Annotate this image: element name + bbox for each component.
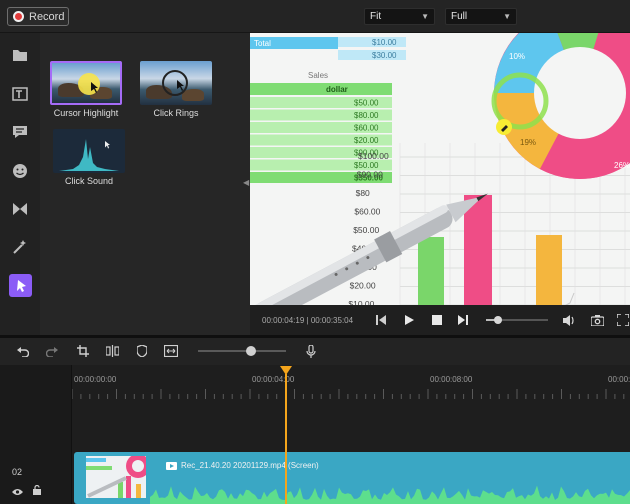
time-separator: | bbox=[306, 316, 309, 325]
play-icon[interactable] bbox=[402, 313, 416, 327]
text-icon[interactable] bbox=[10, 84, 30, 104]
sticker-icon[interactable] bbox=[10, 161, 30, 181]
resolution-select-value: Full bbox=[451, 11, 468, 22]
annotation-icon[interactable] bbox=[10, 122, 30, 142]
cursor-icon bbox=[177, 80, 184, 91]
photo-axis-label: $60.00 bbox=[354, 207, 380, 217]
clip-thumbnail bbox=[86, 456, 146, 498]
cursor-effects-icon[interactable] bbox=[9, 274, 32, 297]
app-window: Record Fit ▼ Full ▼ Cursor Highlight Cli… bbox=[0, 0, 630, 504]
microphone-icon[interactable] bbox=[304, 344, 318, 358]
stop-icon[interactable] bbox=[430, 313, 444, 327]
donut-label: 10% bbox=[509, 52, 525, 61]
fit-timeline-icon[interactable] bbox=[164, 344, 178, 358]
clip-title-text: Rec_21.40.20 20201129.mp4 (Screen) bbox=[181, 461, 319, 470]
asset-thumbnail bbox=[53, 129, 125, 173]
photo-axis-label: $20.00 bbox=[350, 281, 376, 291]
ruler-label: 00:00:08:00 bbox=[430, 375, 473, 384]
zoom-slider[interactable] bbox=[198, 346, 286, 356]
record-icon bbox=[13, 11, 24, 22]
donut-label: 26% bbox=[614, 161, 630, 170]
fit-select[interactable]: Fit ▼ bbox=[364, 8, 435, 25]
player-controls: 00:00:04:19 | 00:00:35:04 bbox=[250, 305, 630, 335]
track-number: 02 bbox=[12, 467, 23, 477]
folder-icon[interactable] bbox=[10, 45, 30, 65]
undo-icon[interactable] bbox=[16, 344, 30, 358]
photo-axis-label: $80 bbox=[356, 188, 370, 198]
transition-icon[interactable] bbox=[10, 199, 30, 219]
record-button[interactable]: Record bbox=[7, 7, 69, 26]
panel-collapse-handle[interactable]: ◀ bbox=[243, 178, 249, 187]
asset-cursor-highlight[interactable]: Cursor Highlight bbox=[50, 61, 122, 118]
crop-icon[interactable] bbox=[76, 344, 90, 358]
timeline-ruler[interactable]: 00:00:00:00 00:00:04:00 00:00:08:00 00:0… bbox=[72, 365, 630, 399]
skip-back-icon[interactable] bbox=[374, 313, 388, 327]
screen-recording-clip[interactable]: Rec_21.40.20 20201129.mp4 (Screen) bbox=[74, 452, 630, 504]
ruler-ticks bbox=[72, 389, 625, 399]
fullscreen-icon[interactable] bbox=[616, 313, 630, 327]
shield-icon[interactable] bbox=[135, 344, 149, 358]
preview-frame: Total $10.00 $30.00 Sales dollar $50.00 $… bbox=[250, 33, 630, 305]
track-02-header: 02 bbox=[0, 452, 72, 504]
sales-value: $60.00 bbox=[354, 124, 379, 133]
asset-label: Click Sound bbox=[64, 176, 114, 186]
tool-sidebar bbox=[0, 33, 40, 335]
audio-waveform bbox=[150, 485, 630, 504]
fit-select-value: Fit bbox=[370, 11, 382, 22]
waveform-icon bbox=[59, 139, 119, 171]
lock-icon[interactable] bbox=[33, 482, 41, 500]
photo-axis-label: $90.00 bbox=[357, 170, 383, 180]
sales-dropdown-label: dollar bbox=[326, 85, 348, 94]
resolution-select[interactable]: Full ▼ bbox=[445, 8, 517, 25]
effects-wand-icon[interactable] bbox=[10, 237, 30, 257]
volume-icon[interactable] bbox=[562, 313, 576, 327]
camera-icon[interactable] bbox=[590, 313, 604, 327]
donut-label: 19% bbox=[520, 138, 536, 147]
table-header-text: Total bbox=[254, 39, 271, 48]
cursor-icon bbox=[91, 82, 98, 93]
asset-click-rings[interactable]: Click Rings bbox=[140, 61, 212, 118]
eye-icon[interactable] bbox=[12, 483, 23, 501]
asset-label: Cursor Highlight bbox=[53, 108, 119, 118]
ruler-label: 00:00:00:00 bbox=[74, 375, 117, 384]
chevron-down-icon: ▼ bbox=[421, 12, 429, 21]
playhead-line[interactable] bbox=[285, 374, 287, 504]
asset-click-sound[interactable]: Click Sound bbox=[53, 129, 125, 186]
split-icon[interactable] bbox=[105, 344, 119, 358]
total-time: 00:00:35:04 bbox=[310, 316, 354, 325]
sales-value: $50.00 bbox=[354, 99, 379, 108]
photo-axis-label: $50.00 bbox=[353, 225, 379, 235]
sales-value: $20.00 bbox=[354, 136, 379, 145]
ruler-label: 00:00:12:00 bbox=[608, 375, 630, 384]
clip-title: Rec_21.40.20 20201129.mp4 (Screen) bbox=[166, 461, 319, 470]
time-readout: 00:00:04:19 | 00:00:35:04 bbox=[262, 316, 353, 325]
sales-value: $80.00 bbox=[354, 111, 379, 120]
table-value: $10.00 bbox=[372, 38, 397, 47]
skip-forward-icon[interactable] bbox=[456, 313, 470, 327]
sales-label: Sales bbox=[308, 71, 328, 80]
cursor-effects-panel: Cursor Highlight Click Rings Click Sound bbox=[40, 33, 250, 335]
asset-thumbnail bbox=[140, 61, 212, 105]
video-preview[interactable]: Total $10.00 $30.00 Sales dollar $50.00 $… bbox=[250, 33, 630, 305]
chevron-down-icon: ▼ bbox=[503, 12, 511, 21]
video-icon bbox=[166, 461, 177, 470]
waveform-path bbox=[150, 485, 630, 504]
timeline-toolbar bbox=[0, 338, 630, 365]
ruler-label: 00:00:04:00 bbox=[252, 375, 295, 384]
top-toolbar: Record Fit ▼ Full ▼ bbox=[0, 0, 630, 33]
asset-label: Click Rings bbox=[153, 108, 199, 118]
asset-thumbnail bbox=[50, 61, 122, 105]
record-label: Record bbox=[29, 10, 65, 23]
preview-scrubber[interactable] bbox=[486, 316, 548, 324]
table-value: $30.00 bbox=[372, 51, 397, 60]
current-time: 00:00:04:19 bbox=[262, 316, 305, 325]
redo-icon[interactable] bbox=[45, 344, 59, 358]
photo-axis-label: $100.00 bbox=[358, 151, 389, 161]
